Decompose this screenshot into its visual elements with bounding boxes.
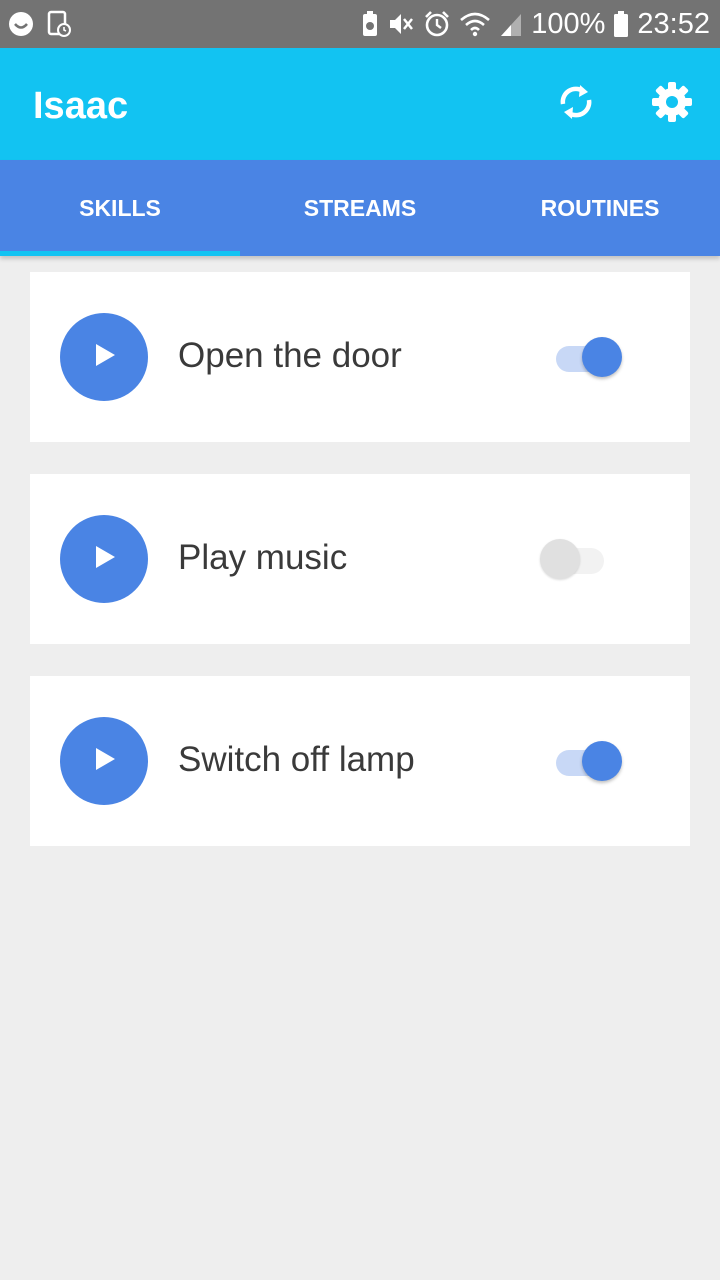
clock: 23:52 (637, 7, 710, 40)
toggle-thumb (582, 741, 622, 781)
status-right: 100% 23:52 (361, 8, 720, 41)
tab-streams[interactable]: STREAMS (240, 160, 480, 256)
signal-icon (499, 10, 523, 38)
skill-toggle[interactable] (556, 739, 624, 783)
mute-icon (387, 10, 415, 38)
smiley-icon (8, 11, 34, 37)
tab-label: ROUTINES (540, 194, 660, 221)
settings-button[interactable] (648, 80, 696, 128)
screenshot-icon (46, 10, 72, 38)
refresh-button[interactable] (552, 80, 600, 128)
play-button[interactable] (60, 313, 148, 401)
gear-icon (650, 80, 694, 129)
tab-routines[interactable]: ROUTINES (480, 160, 720, 256)
tab-label: STREAMS (303, 194, 417, 221)
skill-card: Play music (30, 474, 690, 644)
battery-icon (613, 10, 629, 38)
toggle-thumb (582, 337, 622, 377)
skill-label: Open the door (178, 336, 402, 375)
status-bar: 100% 23:52 (0, 0, 720, 48)
refresh-icon (556, 80, 596, 129)
tab-indicator (0, 251, 240, 256)
battery-saver-icon (361, 10, 379, 38)
skill-toggle[interactable] (556, 335, 624, 379)
toggle-thumb (540, 539, 580, 579)
play-icon (90, 543, 118, 576)
skill-toggle[interactable] (540, 537, 608, 581)
play-icon (90, 745, 118, 778)
play-icon (90, 341, 118, 374)
tab-bar: SKILLS STREAMS ROUTINES (0, 160, 720, 256)
skill-label: Switch off lamp (178, 740, 415, 779)
alarm-icon (423, 10, 451, 38)
wifi-icon (459, 10, 491, 38)
app-title: Isaac (33, 85, 129, 127)
tab-label: SKILLS (79, 194, 161, 221)
skill-label: Play music (178, 538, 348, 577)
status-left (0, 10, 72, 38)
tab-skills[interactable]: SKILLS (0, 160, 240, 256)
skill-card: Switch off lamp (30, 676, 690, 846)
play-button[interactable] (60, 515, 148, 603)
app-bar: Isaac (0, 48, 720, 160)
battery-percent: 100% (531, 7, 606, 40)
skill-card: Open the door (30, 272, 690, 442)
play-button[interactable] (60, 717, 148, 805)
